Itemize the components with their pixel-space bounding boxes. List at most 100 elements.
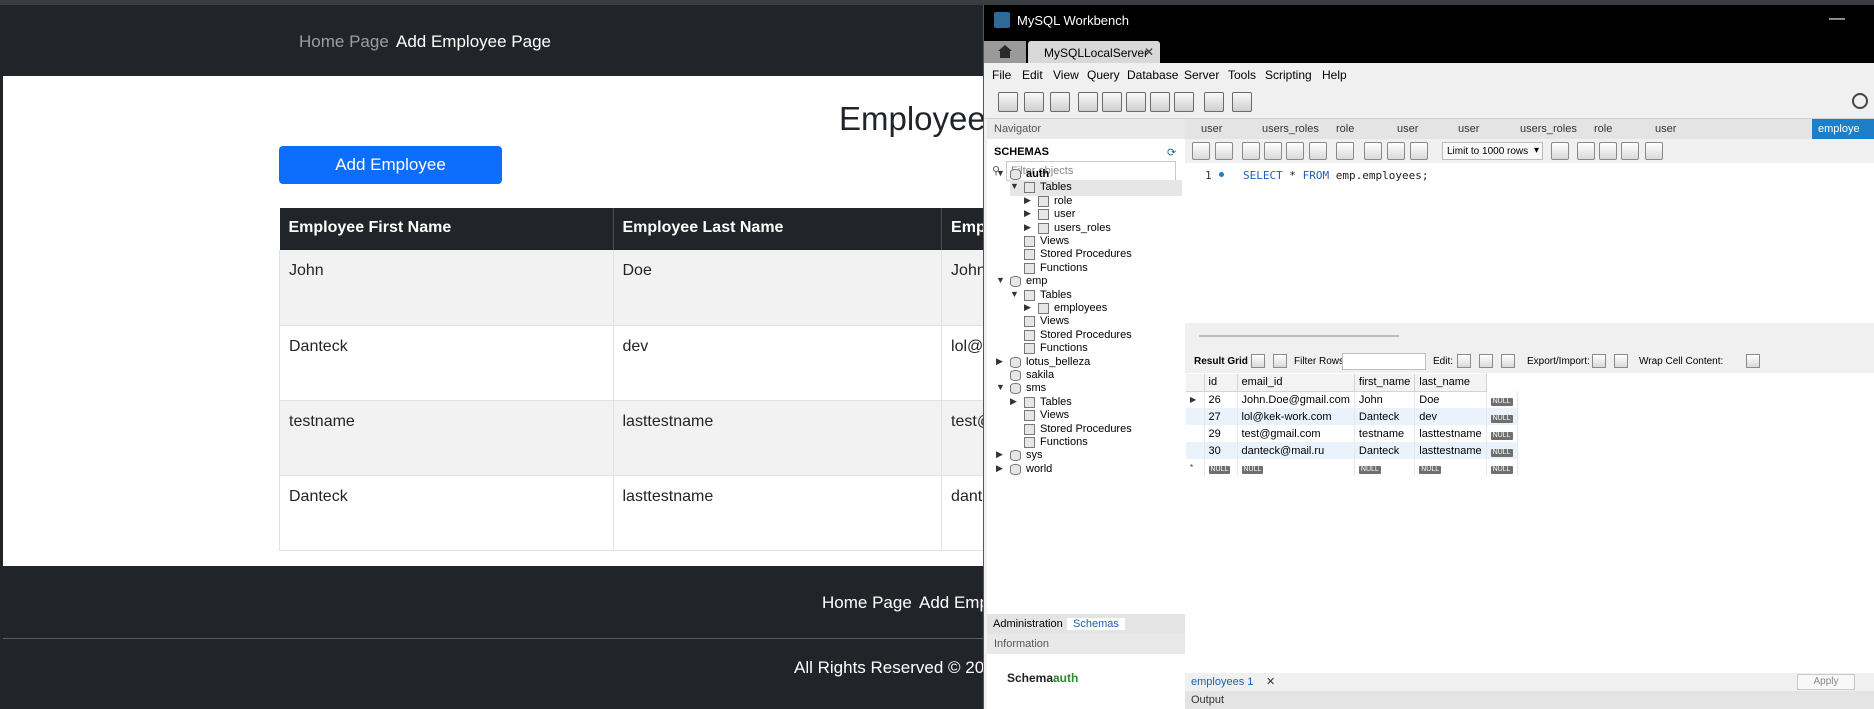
- minimize-button[interactable]: —: [1829, 10, 1845, 28]
- result-cell[interactable]: lasttestname: [1414, 425, 1487, 442]
- result-cell[interactable]: John.Doe@gmail.com: [1237, 391, 1355, 408]
- home-tab-icon[interactable]: [984, 41, 1026, 63]
- edit-row-icon[interactable]: [1457, 354, 1471, 368]
- panel-splitter[interactable]: [1199, 335, 1399, 337]
- query-tab[interactable]: user: [1201, 123, 1222, 135]
- query-tab[interactable]: role: [1336, 123, 1354, 135]
- execute-current-icon[interactable]: [1264, 142, 1282, 160]
- menu-query[interactable]: Query: [1087, 68, 1120, 82]
- result-cell[interactable]: Doe: [1414, 391, 1487, 408]
- result-cell[interactable]: 26: [1204, 391, 1238, 408]
- new-row[interactable]: * NULL NULL NULL NULL NULL: [1186, 459, 1518, 476]
- autocommit-icon[interactable]: [1410, 142, 1428, 160]
- query-tab-active[interactable]: employe: [1812, 119, 1874, 139]
- result-cell[interactable]: dev: [1414, 408, 1487, 425]
- result-cell[interactable]: NULL: [1354, 459, 1416, 476]
- administration-tab[interactable]: Administration: [993, 618, 1063, 630]
- create-table-icon[interactable]: [1102, 92, 1122, 112]
- explain-icon[interactable]: [1286, 142, 1304, 160]
- result-cell[interactable]: Danteck: [1354, 442, 1416, 459]
- add-snippet-icon[interactable]: [1551, 142, 1569, 160]
- grid-view-icon[interactable]: [1251, 354, 1265, 368]
- find-icon[interactable]: [1599, 142, 1617, 160]
- menu-file[interactable]: File: [992, 68, 1011, 82]
- connection-tab[interactable]: MySQLLocalServer ✕: [1028, 41, 1160, 63]
- schemas-tab[interactable]: Schemas: [1067, 618, 1125, 630]
- import-icon[interactable]: [1614, 354, 1628, 368]
- wrap-cell-icon[interactable]: [1746, 354, 1760, 368]
- refresh-icon[interactable]: ⟳: [1167, 146, 1176, 159]
- menu-edit[interactable]: Edit: [1022, 68, 1043, 82]
- open-file-icon[interactable]: [1192, 142, 1210, 160]
- expand-right-icon[interactable]: ▶: [996, 356, 1003, 367]
- expand-right-icon[interactable]: ▶: [1010, 396, 1017, 407]
- result-row[interactable]: 29 test@gmail.com testname lasttestname …: [1186, 425, 1518, 442]
- save-icon[interactable]: [1215, 142, 1233, 160]
- result-cell[interactable]: lol@kek-work.com: [1237, 408, 1355, 425]
- result-cell[interactable]: 29: [1204, 425, 1238, 442]
- refresh-result-icon[interactable]: [1273, 354, 1287, 368]
- column-header[interactable]: id: [1204, 374, 1238, 392]
- result-cell[interactable]: Danteck: [1354, 408, 1416, 425]
- query-tab[interactable]: users_roles: [1520, 123, 1577, 135]
- create-view-icon[interactable]: [1126, 92, 1146, 112]
- close-tab-icon[interactable]: ✕: [1144, 45, 1154, 59]
- execute-icon[interactable]: [1242, 142, 1260, 160]
- expand-down-icon[interactable]: ▼: [1010, 181, 1019, 191]
- expand-right-icon[interactable]: ▶: [1024, 195, 1031, 206]
- menu-view[interactable]: View: [1053, 68, 1079, 82]
- sql-editor[interactable]: 1 SELECT * FROM emp.employees;: [1185, 163, 1874, 323]
- query-tab[interactable]: user: [1655, 123, 1676, 135]
- query-tab[interactable]: role: [1594, 123, 1612, 135]
- expand-right-icon[interactable]: ▶: [996, 449, 1003, 460]
- reconnect-icon[interactable]: [1232, 92, 1252, 112]
- commit-icon[interactable]: [1364, 142, 1382, 160]
- insert-row-icon[interactable]: [1479, 354, 1493, 368]
- add-employee-button[interactable]: Add Employee: [279, 146, 502, 184]
- create-procedure-icon[interactable]: [1150, 92, 1170, 112]
- menu-tools[interactable]: Tools: [1228, 68, 1256, 82]
- beautify-icon[interactable]: [1577, 142, 1595, 160]
- result-cell[interactable]: lasttestname: [1414, 442, 1487, 459]
- nav-home-link[interactable]: Home Page: [299, 32, 389, 52]
- export-icon[interactable]: [1592, 354, 1606, 368]
- expand-right-icon[interactable]: ▶: [1024, 222, 1031, 233]
- tree-item[interactable]: ▶ world: [996, 462, 1182, 478]
- new-sql-tab-icon[interactable]: [998, 92, 1018, 112]
- close-result-tab-icon[interactable]: ✕: [1266, 675, 1275, 688]
- result-cell[interactable]: 27: [1204, 408, 1238, 425]
- open-sql-script-icon[interactable]: [1024, 92, 1044, 112]
- result-cell[interactable]: testname: [1354, 425, 1416, 442]
- expand-right-icon[interactable]: ▶: [996, 463, 1003, 474]
- result-tab[interactable]: employees 1: [1191, 676, 1253, 688]
- search-table-data-icon[interactable]: [1204, 92, 1224, 112]
- output-label[interactable]: Output: [1191, 694, 1224, 706]
- menu-database[interactable]: Database: [1127, 68, 1178, 82]
- query-tab[interactable]: user: [1458, 123, 1479, 135]
- word-wrap-icon[interactable]: [1645, 142, 1663, 160]
- invisible-chars-icon[interactable]: [1621, 142, 1639, 160]
- create-schema-icon[interactable]: [1078, 92, 1098, 112]
- menu-server[interactable]: Server: [1184, 68, 1219, 82]
- stop-icon[interactable]: [1309, 142, 1327, 160]
- inspect-object-icon[interactable]: [1050, 92, 1070, 112]
- delete-row-icon[interactable]: [1501, 354, 1515, 368]
- filter-rows-input[interactable]: [1342, 353, 1426, 370]
- result-cell[interactable]: NULL: [1204, 459, 1238, 476]
- rollback-icon[interactable]: [1387, 142, 1405, 160]
- result-row[interactable]: 30 danteck@mail.ru Danteck lasttestname …: [1186, 442, 1518, 459]
- toggle-errors-icon[interactable]: [1336, 142, 1354, 160]
- settings-gear-icon[interactable]: [1852, 93, 1868, 109]
- result-cell[interactable]: NULL: [1414, 459, 1487, 476]
- expand-down-icon[interactable]: ▼: [1010, 289, 1019, 299]
- result-cell[interactable]: danteck@mail.ru: [1237, 442, 1355, 459]
- expand-down-icon[interactable]: ▼: [996, 275, 1005, 285]
- column-header[interactable]: last_name: [1414, 374, 1487, 392]
- result-grid-label[interactable]: Result Grid: [1194, 356, 1248, 367]
- create-function-icon[interactable]: [1174, 92, 1194, 112]
- menu-scripting[interactable]: Scripting: [1265, 68, 1312, 82]
- result-cell[interactable]: test@gmail.com: [1237, 425, 1355, 442]
- column-header[interactable]: email_id: [1237, 374, 1355, 392]
- sql-text[interactable]: SELECT * FROM emp.employees;: [1243, 169, 1428, 182]
- expand-down-icon[interactable]: ▼: [996, 168, 1005, 178]
